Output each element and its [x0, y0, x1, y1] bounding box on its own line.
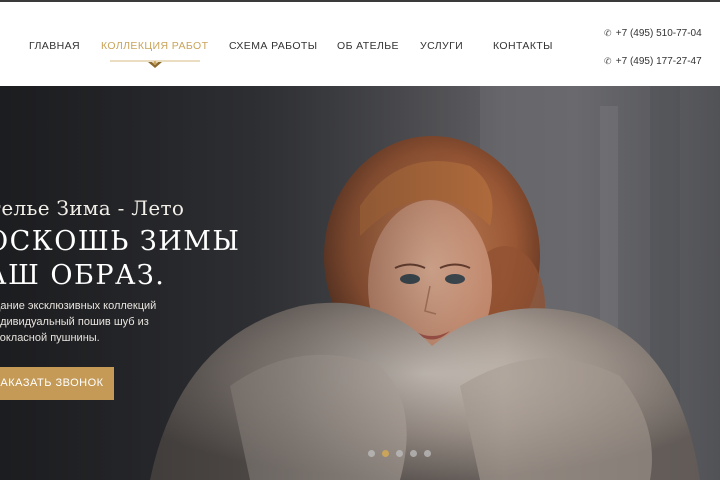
site-header: ГЛАВНАЯ КОЛЛЕКЦИЯ РАБОТ СХЕМА РАБОТЫ ОБ …	[0, 2, 720, 86]
phone-line-2[interactable]: ✆ +7 (495) 177-27-47	[604, 56, 702, 67]
hero-slider: телье Зима - Лето ОСКОШЬ ЗИМЫ АШ ОБРАЗ. …	[0, 86, 720, 480]
slider-dot[interactable]	[424, 450, 431, 457]
nav-item-workflow[interactable]: СХЕМА РАБОТЫ	[229, 40, 317, 52]
slider-dot[interactable]	[368, 450, 375, 457]
hero-description: дание эксклюзивных коллекций ндивидуальн…	[0, 298, 214, 346]
nav-item-collection[interactable]: КОЛЛЕКЦИЯ РАБОТ	[101, 40, 208, 52]
phone-line-1[interactable]: ✆ +7 (495) 510-77-04	[604, 28, 702, 39]
order-call-button[interactable]: АКАЗАТЬ ЗВОНОК	[0, 367, 114, 400]
phone-number-2: +7 (495) 177-27-47	[615, 56, 702, 67]
hero-description-line: ндивидуальный пошив шуб из	[0, 316, 149, 328]
nav-item-contacts[interactable]: КОНТАКТЫ	[493, 40, 553, 52]
nav-item-services[interactable]: УСЛУГИ	[420, 40, 463, 52]
nav-item-home[interactable]: ГЛАВНАЯ	[29, 40, 80, 52]
phone-contacts: ✆ +7 (495) 510-77-04 ✆ +7 (495) 177-27-4…	[604, 2, 720, 86]
phone-number-1: +7 (495) 510-77-04	[615, 28, 702, 39]
slider-dot[interactable]	[410, 450, 417, 457]
active-ornament-icon	[110, 60, 200, 68]
hero-headline-line-1: ОСКОШЬ ЗИМЫ	[0, 226, 241, 257]
slider-dot-active[interactable]	[382, 450, 389, 457]
hero-description-line: вокласной пушнины.	[0, 332, 100, 344]
nav-item-about[interactable]: ОБ АТЕЛЬЕ	[337, 40, 399, 52]
hero-description-line: дание эксклюзивных коллекций	[0, 300, 157, 312]
hero-headline-line-2: АШ ОБРАЗ.	[0, 260, 166, 291]
slider-dot[interactable]	[396, 450, 403, 457]
phone-icon: ✆	[604, 56, 612, 66]
hero-subtitle: телье Зима - Лето	[0, 196, 185, 220]
phone-icon: ✆	[604, 28, 612, 38]
